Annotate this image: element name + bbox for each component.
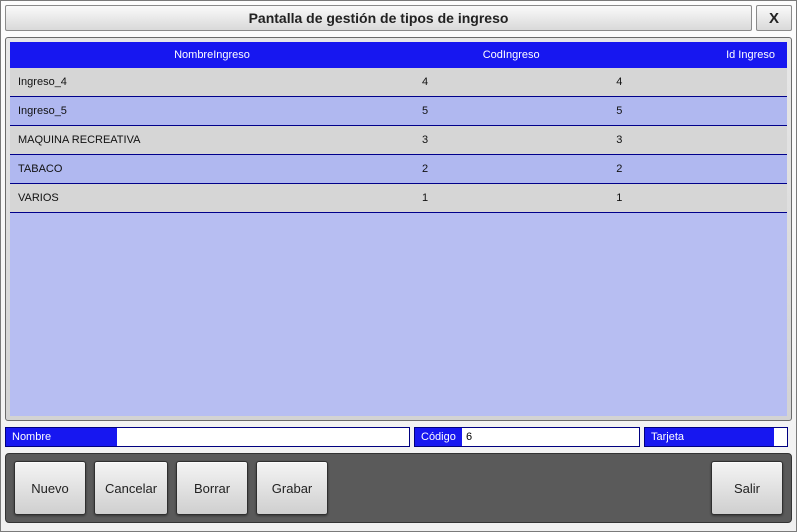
cell-nombre: VARIOS xyxy=(10,184,414,213)
button-bar: Nuevo Cancelar Borrar Grabar Salir xyxy=(5,453,792,523)
table-row[interactable]: MAQUINA RECREATIVA33 xyxy=(10,126,787,155)
income-types-table: NombreIngreso CodIngreso Id Ingreso Ingr… xyxy=(10,42,787,213)
table-container: NombreIngreso CodIngreso Id Ingreso Ingr… xyxy=(5,37,792,421)
cell-id: 1 xyxy=(608,184,787,213)
codigo-label: Código xyxy=(414,427,462,447)
nombre-input[interactable] xyxy=(117,427,410,447)
title-bar: Pantalla de gestión de tipos de ingreso … xyxy=(5,5,792,31)
table-row[interactable]: TABACO22 xyxy=(10,155,787,184)
cancelar-button[interactable]: Cancelar xyxy=(94,461,168,515)
table-header-row: NombreIngreso CodIngreso Id Ingreso xyxy=(10,42,787,68)
grabar-button[interactable]: Grabar xyxy=(256,461,328,515)
cell-nombre: TABACO xyxy=(10,155,414,184)
cell-nombre: MAQUINA RECREATIVA xyxy=(10,126,414,155)
salir-button[interactable]: Salir xyxy=(711,461,783,515)
cell-nombre: Ingreso_4 xyxy=(10,68,414,97)
table-row[interactable]: VARIOS11 xyxy=(10,184,787,213)
cell-id: 2 xyxy=(608,155,787,184)
nuevo-button[interactable]: Nuevo xyxy=(14,461,86,515)
col-header-id[interactable]: Id Ingreso xyxy=(608,42,787,68)
nombre-label: Nombre xyxy=(5,427,117,447)
col-header-nombre[interactable]: NombreIngreso xyxy=(10,42,414,68)
close-button[interactable]: X xyxy=(756,5,792,31)
window-title: Pantalla de gestión de tipos de ingreso xyxy=(5,5,752,31)
table-row[interactable]: Ingreso_444 xyxy=(10,68,787,97)
form-row: Nombre Código 6 Tarjeta xyxy=(5,427,792,447)
col-header-cod[interactable]: CodIngreso xyxy=(414,42,608,68)
management-window: Pantalla de gestión de tipos de ingreso … xyxy=(0,0,797,532)
codigo-input[interactable]: 6 xyxy=(462,427,640,447)
cell-cod: 4 xyxy=(414,68,608,97)
tarjeta-input[interactable] xyxy=(774,427,788,447)
cell-id: 3 xyxy=(608,126,787,155)
cell-cod: 1 xyxy=(414,184,608,213)
cell-cod: 3 xyxy=(414,126,608,155)
cell-id: 5 xyxy=(608,97,787,126)
table-row[interactable]: Ingreso_555 xyxy=(10,97,787,126)
borrar-button[interactable]: Borrar xyxy=(176,461,248,515)
cell-cod: 5 xyxy=(414,97,608,126)
tarjeta-label: Tarjeta xyxy=(644,427,774,447)
cell-cod: 2 xyxy=(414,155,608,184)
cell-id: 4 xyxy=(608,68,787,97)
table-scroll-area[interactable]: NombreIngreso CodIngreso Id Ingreso Ingr… xyxy=(10,42,787,416)
cell-nombre: Ingreso_5 xyxy=(10,97,414,126)
